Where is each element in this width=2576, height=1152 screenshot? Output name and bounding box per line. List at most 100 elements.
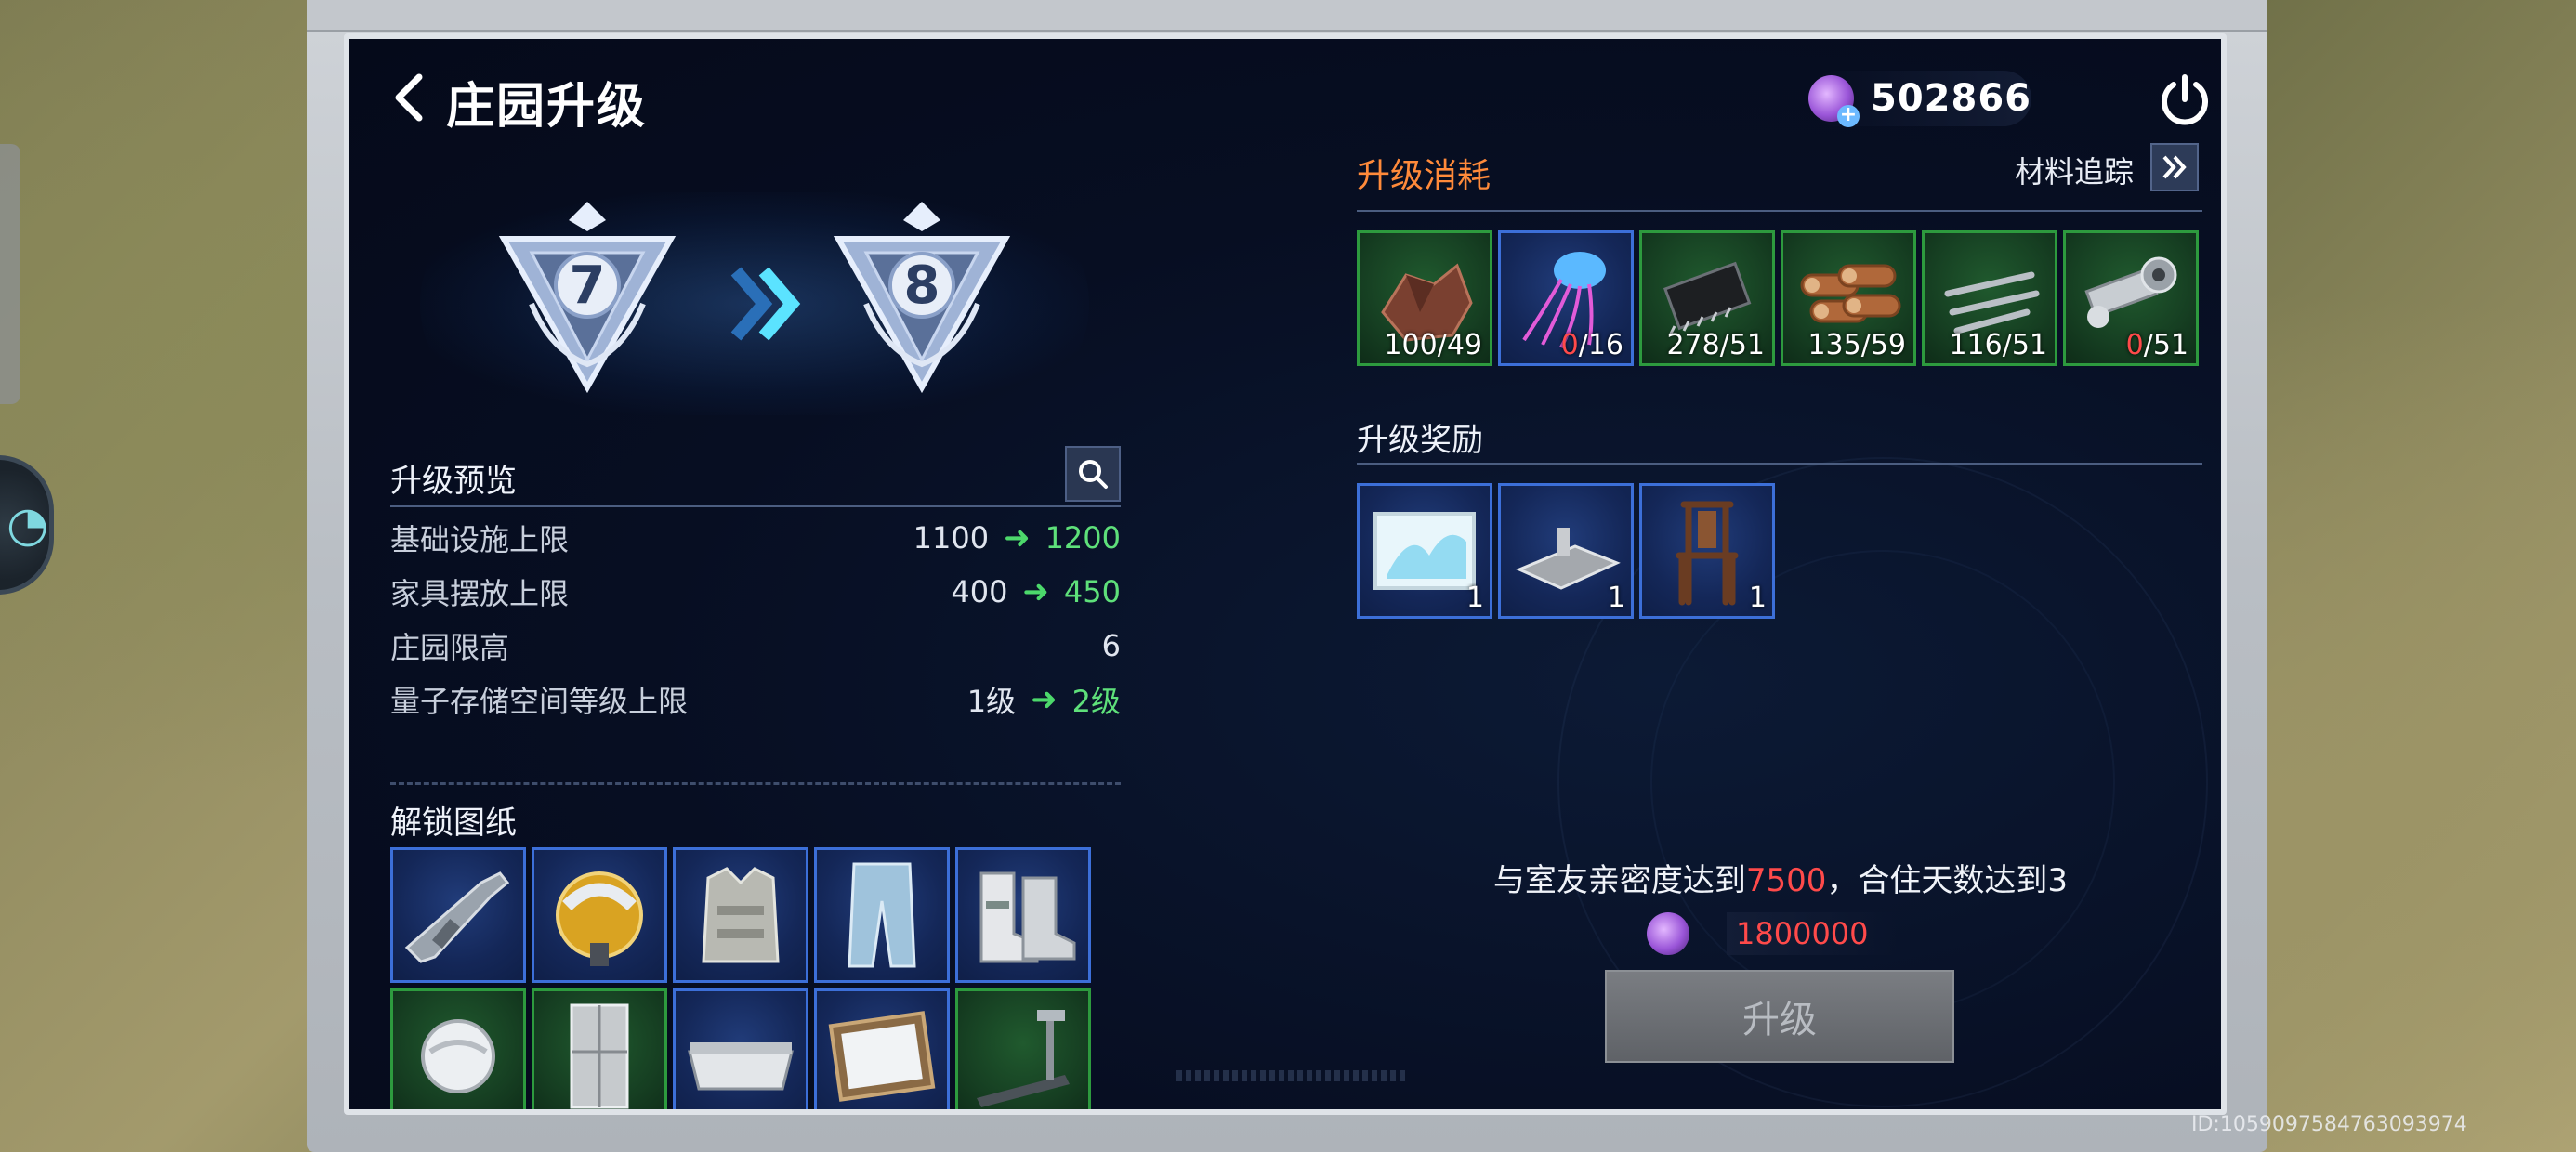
- double-chevron-right-icon: [2162, 155, 2187, 179]
- upgrade-cost: 1800000: [1647, 912, 1897, 955]
- material-count: 278/51: [1666, 329, 1765, 361]
- divider: [1357, 210, 2202, 212]
- pet-avatar[interactable]: ◔: [0, 455, 54, 595]
- page-title: 庄园升级: [446, 79, 648, 135]
- boots-icon: [958, 850, 1088, 980]
- stat-row: 庄园限高 6: [390, 621, 1121, 671]
- stat-new-value: 2级: [1071, 684, 1121, 719]
- material-track-button[interactable]: [2150, 143, 2199, 191]
- reward-qty: 1: [1607, 582, 1625, 614]
- material-count: 0/16: [1560, 329, 1623, 361]
- reward-tile[interactable]: 1: [1498, 483, 1634, 619]
- material-tile[interactable]: 278/51: [1639, 230, 1775, 366]
- pet-icon: ◔: [7, 497, 49, 553]
- next-level: 8: [903, 255, 940, 316]
- material-need: 51: [2011, 329, 2047, 361]
- blueprint-tile[interactable]: [390, 988, 526, 1109]
- blueprint-tile[interactable]: [814, 988, 950, 1109]
- reward-tile[interactable]: 1: [1639, 483, 1775, 619]
- material-have: 0: [1560, 329, 1579, 361]
- material-have: 135: [1807, 329, 1861, 361]
- stat-new-value: 1200: [1045, 520, 1121, 556]
- armor-vest-icon: [676, 850, 806, 980]
- material-need: 16: [1587, 329, 1623, 361]
- mirror-frame-icon: [817, 991, 947, 1109]
- stat-row: 量子存储空间等级上限 1级 ➜ 2级: [390, 674, 1121, 725]
- arrow-right-icon: ➜: [1031, 681, 1058, 718]
- blueprint-tile[interactable]: [673, 988, 808, 1109]
- blueprint-tile[interactable]: [955, 847, 1091, 983]
- bowl-icon: [393, 991, 523, 1109]
- treadmill-icon: [958, 991, 1088, 1109]
- blueprint-tile[interactable]: [532, 988, 667, 1109]
- material-tile[interactable]: 0/51: [2063, 230, 2199, 366]
- stat-label: 基础设施上限: [390, 522, 570, 557]
- blueprint-tile[interactable]: [814, 847, 950, 983]
- stat-row: 家具摆放上限 400 ➜ 450: [390, 567, 1121, 617]
- search-icon: [1079, 460, 1108, 489]
- material-have: 100: [1384, 329, 1438, 361]
- material-need: 51: [2152, 329, 2188, 361]
- stat-old-value: 1级: [966, 684, 1017, 719]
- frame-top-bar: [307, 0, 2267, 32]
- reward-qty: 1: [1465, 582, 1484, 614]
- currency-value: 502866: [1871, 77, 2031, 120]
- requirement-suffix: ，合住天数达到3: [1826, 862, 2069, 899]
- current-level: 7: [569, 255, 606, 316]
- material-have: 116: [1949, 329, 2003, 361]
- chevron-left-icon: [395, 73, 423, 122]
- blueprint-tile[interactable]: [390, 847, 526, 983]
- blueprint-tile[interactable]: [673, 847, 808, 983]
- blueprints-title: 解锁图纸: [390, 805, 517, 842]
- arrow-right-icon: ➜: [1022, 573, 1049, 610]
- bathtub-icon: [676, 991, 806, 1109]
- reward-title: 升级奖励: [1357, 422, 1483, 459]
- stat-label: 庄园限高: [390, 630, 510, 665]
- material-tile[interactable]: 0/16: [1498, 230, 1634, 366]
- material-have: 278: [1666, 329, 1720, 361]
- material-track-label[interactable]: 材料追踪: [2015, 149, 2134, 191]
- stat-label: 量子存储空间等级上限: [390, 684, 689, 719]
- upgrade-cost-value: 1800000: [1727, 912, 1897, 955]
- rifle-icon: [393, 850, 523, 980]
- blueprint-tile[interactable]: [532, 847, 667, 983]
- fridge-icon: [534, 991, 664, 1109]
- back-button[interactable]: [383, 67, 433, 128]
- material-tile[interactable]: 135/59: [1781, 230, 1916, 366]
- power-button[interactable]: [2152, 67, 2217, 132]
- currency-display[interactable]: 502866: [1808, 71, 2031, 127]
- requirement-prefix: 与室友亲密度达到: [1492, 862, 1746, 899]
- helmet-icon: [534, 850, 664, 980]
- material-count: 0/51: [2125, 329, 2188, 361]
- pants-icon: [817, 850, 947, 980]
- preview-title: 升级预览: [390, 463, 517, 500]
- material-count: 116/51: [1949, 329, 2047, 361]
- divider: [390, 505, 1121, 507]
- reward-tile[interactable]: 1: [1357, 483, 1492, 619]
- arrow-right-icon: ➜: [1004, 519, 1031, 556]
- stat-old-value: 1100: [913, 520, 990, 556]
- stat-label: 家具摆放上限: [390, 576, 570, 611]
- material-need: 51: [1728, 329, 1765, 361]
- decorative-bar: [1176, 1070, 1409, 1081]
- upgrade-button[interactable]: 升级: [1605, 970, 1954, 1063]
- preview-search-button[interactable]: [1065, 446, 1121, 502]
- stat-old-value: 400: [951, 574, 1008, 609]
- manor-upgrade-panel: 庄园升级 502866 7: [344, 33, 2227, 1115]
- stat-row: 基础设施上限 1100 ➜ 1200: [390, 513, 1121, 563]
- gem-currency-icon: [1808, 75, 1860, 127]
- material-tile[interactable]: 100/49: [1357, 230, 1492, 366]
- material-need: 59: [1870, 329, 1906, 361]
- requirement-highlight: 7500: [1745, 862, 1827, 899]
- blueprint-tile[interactable]: [955, 988, 1091, 1109]
- material-count: 135/59: [1807, 329, 1906, 361]
- material-tile[interactable]: 116/51: [1922, 230, 2057, 366]
- power-icon: [2162, 74, 2208, 125]
- cost-title: 升级消耗: [1357, 157, 1492, 195]
- dashed-divider: [390, 782, 1121, 785]
- side-handle[interactable]: [0, 144, 20, 404]
- player-id: ID:1059097584763093974: [2191, 1113, 2467, 1136]
- material-need: 49: [1446, 329, 1482, 361]
- divider: [1357, 463, 2202, 465]
- next-level-emblem: 8: [829, 202, 1015, 406]
